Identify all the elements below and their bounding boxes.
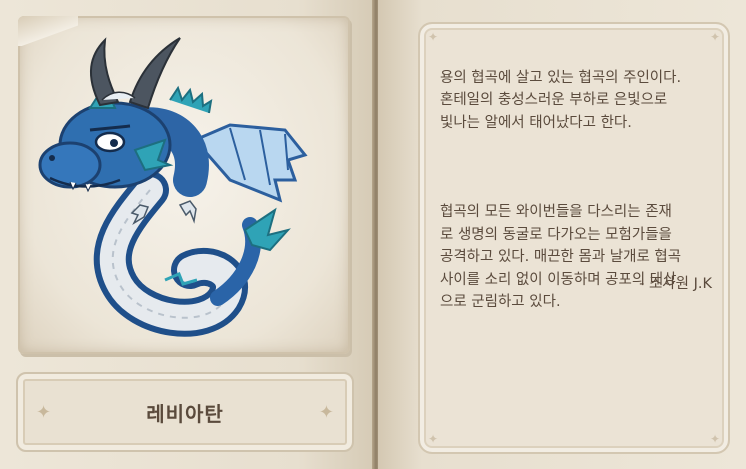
corner-sparkle-bottom-right-icon: ✦ (709, 432, 720, 446)
researcher-signature: - 조사원 J.K (639, 276, 712, 292)
sparkle-right-icon: ✦ (318, 402, 334, 423)
monster-name: 레비아탄 (146, 401, 224, 426)
description-paragraph-1: 용의 협곡에 살고 있는 협곡의 주인이다. 혼테일의 충성스러운 부하로 은빛… (440, 69, 682, 131)
monster-name-plate: ✦ 레비아탄 ✦ (16, 372, 354, 452)
blue-dragon-portrait-icon (38, 37, 308, 337)
description-paragraph-2: 협곡의 모든 와이번들을 다스리는 존재 로 생명의 동굴로 다가오는 모험가들… (440, 204, 682, 310)
corner-sparkle-top-right-icon: ✦ (709, 30, 720, 44)
corner-sparkle-top-left-icon: ✦ (428, 30, 439, 44)
corner-sparkle-bottom-left-icon: ✦ (428, 432, 439, 446)
